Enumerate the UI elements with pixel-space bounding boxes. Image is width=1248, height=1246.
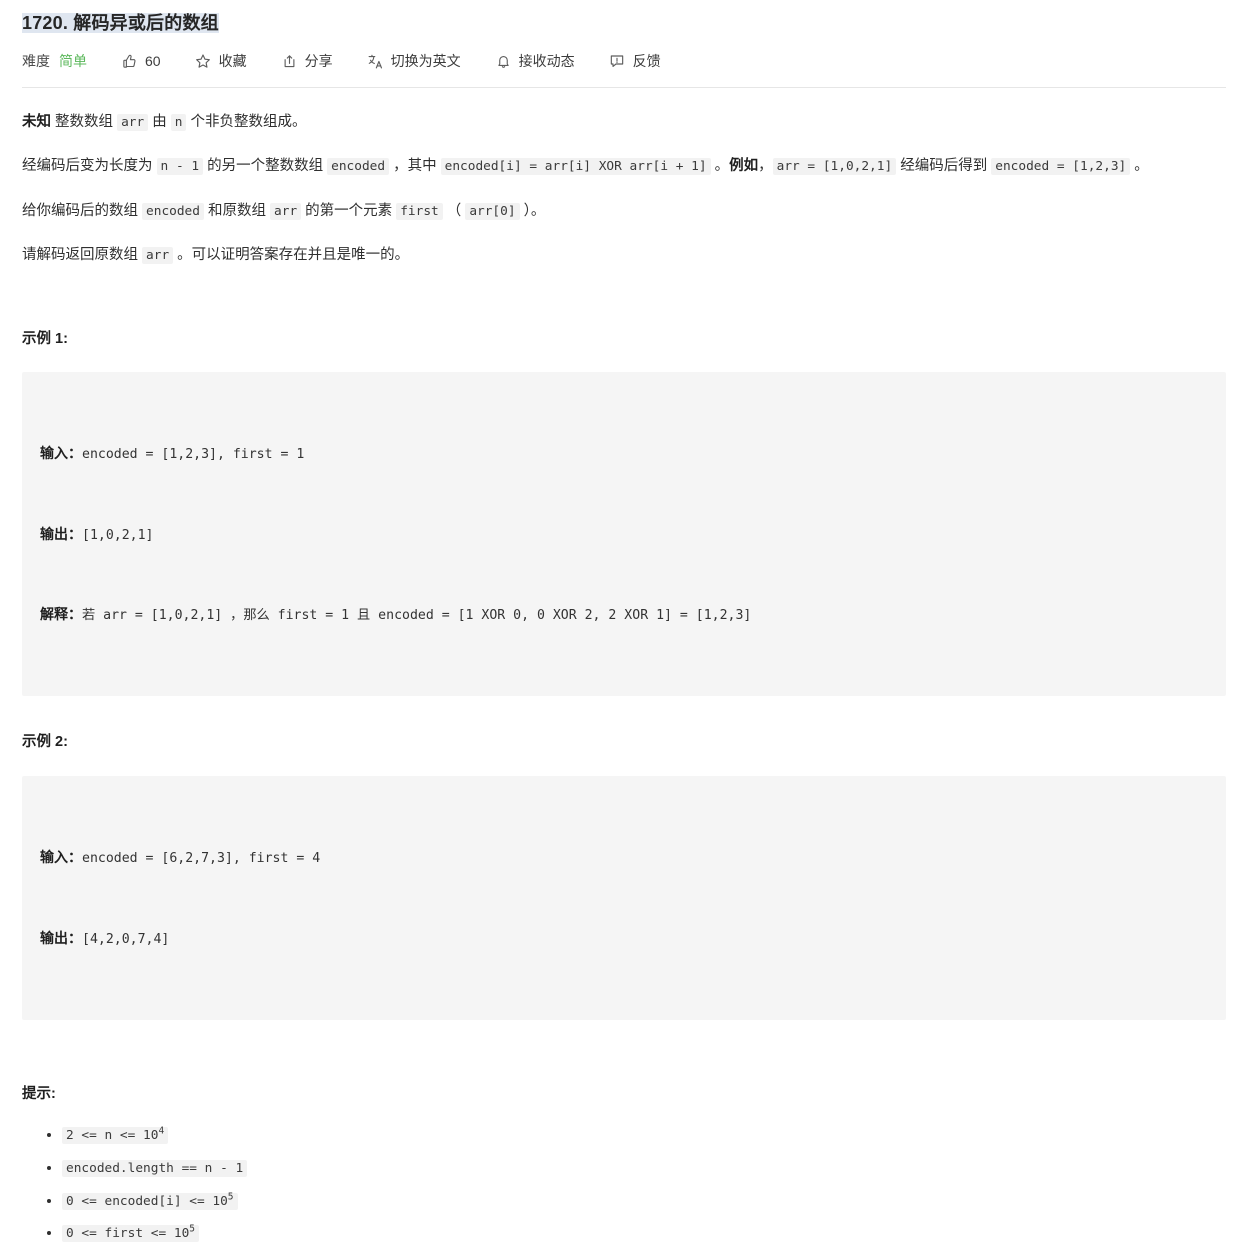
- difficulty-indicator: 难度 简单: [22, 51, 87, 71]
- share-button[interactable]: 分享: [281, 51, 333, 71]
- example-2-heading: 示例 2:: [22, 734, 68, 751]
- favorite-button[interactable]: 收藏: [195, 51, 247, 71]
- example-1-explain-line: 解释：若 arr = [1,0,2,1] ，那么 first = 1 且 enc…: [40, 601, 1208, 629]
- feedback-icon: [609, 53, 626, 70]
- example-2-input-label: 输入：: [40, 849, 82, 866]
- example-1-output-value: [1,0,2,1]: [82, 527, 154, 543]
- code-n: n: [170, 114, 187, 131]
- p3-text-3: 的第一个元素: [301, 202, 397, 219]
- p3-text-4: （: [442, 202, 466, 219]
- example-2-output-value: [4,2,0,7,4]: [82, 931, 170, 947]
- code-arr-3: arr: [142, 247, 174, 265]
- p4-text-1: 请解码返回原数组: [22, 247, 143, 264]
- example-1-explain-label: 解释：: [40, 606, 82, 622]
- p2-text-5: ，: [758, 158, 773, 175]
- code-arr-sample: arr = [1,0,2,1]: [772, 158, 897, 176]
- problem-meta-toolbar: 难度 简单 60 收藏 分享 切换为英文 接收动态 反馈: [0, 36, 1248, 74]
- favorite-label: 收藏: [218, 53, 247, 69]
- translate-label: 切换为英文: [390, 53, 461, 69]
- bell-icon: [495, 53, 512, 70]
- title-row: 1720. 解码异或后的数组: [0, 0, 1248, 36]
- p3-text-1: 给你编码后的数组: [22, 202, 143, 219]
- example-1-block: 输入：encoded = [1,2,3], first = 1 输出：[1,0,…: [22, 371, 1226, 697]
- hint-code-3: 0 <= encoded[i] <= 105: [62, 1191, 238, 1210]
- p1-bold-prefix: 未知: [22, 114, 51, 130]
- p1-text-3: 个非负整数组成。: [186, 114, 307, 130]
- difficulty-label: 难度: [22, 53, 50, 69]
- description-paragraph-3: 给你编码后的数组 encoded 和原数组 arr 的第一个元素 first （…: [22, 199, 1226, 224]
- translate-icon: [367, 53, 384, 70]
- page-title: 1720. 解码异或后的数组: [22, 13, 219, 33]
- problem-content: 未知 整数数组 arr 由 n 个非负整数组成。 经编码后变为长度为 n - 1…: [0, 110, 1248, 1246]
- code-n-minus-1: n - 1: [156, 158, 204, 176]
- code-encoded: encoded: [327, 158, 390, 176]
- problem-page: 1720. 解码异或后的数组 难度 简单 60 收藏 分享 切换为英文 接收动态…: [0, 0, 1248, 1246]
- p4-text-2: 。可以证明答案存在并且是唯一的。: [173, 247, 410, 264]
- p2-text-7: 。: [1130, 158, 1149, 175]
- translate-button[interactable]: 切换为英文: [367, 51, 461, 71]
- example-1-input-value: encoded = [1,2,3], first = 1: [82, 447, 305, 463]
- p2-bold-example: 例如: [729, 158, 759, 175]
- hint-sup-4: 5: [189, 1223, 196, 1235]
- code-encoded-sample: encoded = [1,2,3]: [991, 158, 1131, 176]
- p3-text-2: 和原数组: [203, 202, 271, 219]
- star-icon: [195, 53, 212, 70]
- code-arr: arr: [117, 114, 149, 131]
- hint-base-3: 0 <= encoded[i] <= 10: [66, 1193, 228, 1209]
- like-count: 60: [145, 53, 161, 69]
- list-item: encoded.length == n - 1: [62, 1156, 1226, 1181]
- description-paragraph-1: 未知 整数数组 arr 由 n 个非负整数组成。: [22, 110, 1226, 135]
- subscribe-button[interactable]: 接收动态: [495, 51, 575, 71]
- list-item: 0 <= encoded[i] <= 105: [62, 1189, 1226, 1214]
- feedback-label: 反馈: [632, 53, 661, 69]
- p2-text-4: 。: [710, 158, 730, 175]
- example-2-output-line: 输出：[4,2,0,7,4]: [40, 925, 1208, 953]
- p1-text-2: 由: [148, 114, 171, 130]
- hint-sup-3: 5: [227, 1191, 234, 1203]
- code-encoded-formula: encoded[i] = arr[i] XOR arr[i + 1]: [440, 158, 711, 176]
- hint-sup-1: 4: [158, 1126, 165, 1138]
- hint-code-4: 0 <= first <= 105: [62, 1223, 200, 1243]
- example-2-block: 输入：encoded = [6,2,7,3], first = 4 输出：[4,…: [22, 775, 1226, 1020]
- description-paragraph-2: 经编码后变为长度为 n - 1 的另一个整数数组 encoded ，其中 enc…: [22, 154, 1226, 179]
- share-icon: [281, 53, 298, 70]
- p2-text-3: ，其中: [389, 158, 441, 175]
- hint-code-1: 2 <= n <= 104: [62, 1126, 169, 1145]
- example-1-input-label: 输入：: [40, 445, 82, 462]
- subscribe-label: 接收动态: [518, 53, 575, 69]
- code-arr-2: arr: [270, 202, 302, 220]
- hints-list: 2 <= n <= 104 encoded.length == n - 1 0 …: [22, 1123, 1226, 1246]
- feedback-button[interactable]: 反馈: [609, 51, 661, 71]
- thumbs-up-icon: [121, 53, 138, 70]
- hint-base-4: 0 <= first <= 10: [66, 1226, 190, 1242]
- difficulty-value: 简单: [59, 53, 87, 69]
- list-item: 0 <= first <= 105: [62, 1221, 1226, 1246]
- like-button[interactable]: 60: [121, 53, 161, 70]
- list-item: 2 <= n <= 104: [62, 1123, 1226, 1148]
- hint-code-2: encoded.length == n - 1: [62, 1159, 248, 1177]
- example-2-input-line: 输入：encoded = [6,2,7,3], first = 4: [40, 844, 1208, 872]
- hint-base-2: encoded.length == n - 1: [66, 1160, 244, 1176]
- example-2-input-value: encoded = [6,2,7,3], first = 4: [82, 851, 321, 867]
- code-first: first: [396, 202, 443, 220]
- example-2-output-label: 输出：: [40, 929, 82, 946]
- code-encoded-2: encoded: [142, 202, 204, 220]
- example-1-output-label: 输出：: [40, 525, 82, 542]
- example-1-heading: 示例 1:: [22, 330, 68, 347]
- p2-text-2: 的另一个整数数组: [203, 158, 328, 175]
- p3-text-5: ）。: [519, 202, 546, 219]
- p2-text-1: 经编码后变为长度为: [22, 158, 157, 175]
- share-label: 分享: [304, 53, 333, 69]
- description-paragraph-4: 请解码返回原数组 arr 。可以证明答案存在并且是唯一的。: [22, 243, 1226, 268]
- hint-base-1: 2 <= n <= 10: [66, 1128, 159, 1144]
- example-1-explain-value: 若 arr = [1,0,2,1] ，那么 first = 1 且 encode…: [82, 608, 752, 623]
- hints-heading: 提示:: [22, 1085, 56, 1102]
- p2-text-6: 经编码后得到: [896, 158, 992, 175]
- code-arr-zero: arr[0]: [465, 202, 520, 220]
- header-divider: [22, 87, 1226, 88]
- example-1-input-line: 输入：encoded = [1,2,3], first = 1: [40, 440, 1208, 468]
- example-1-output-line: 输出：[1,0,2,1]: [40, 521, 1208, 549]
- p1-text-1: 整数数组: [51, 114, 118, 130]
